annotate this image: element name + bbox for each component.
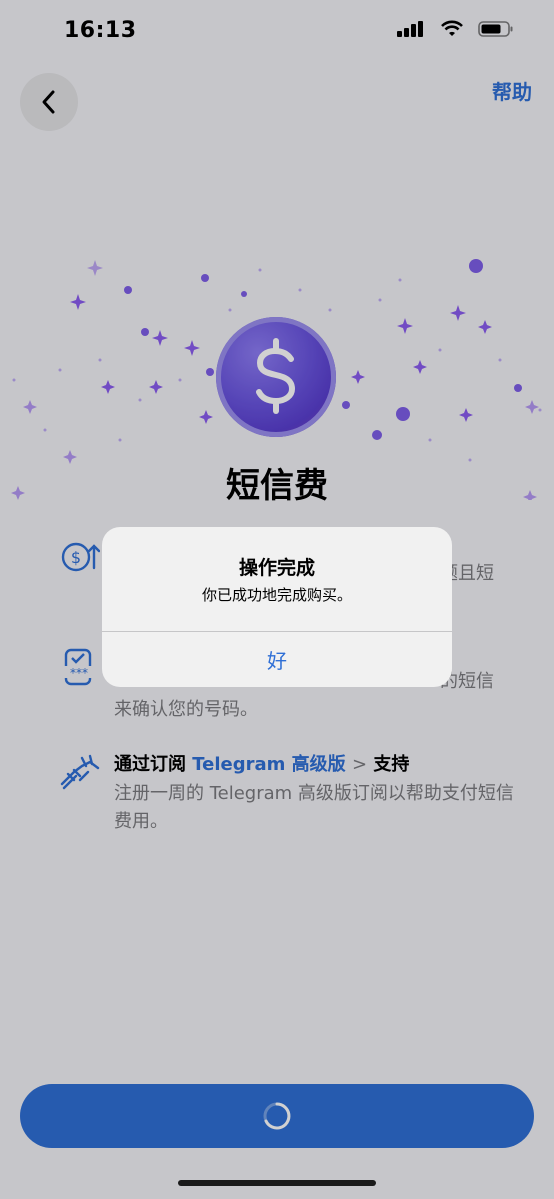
alert-dialog: 操作完成 你已成功地完成购买。 好 <box>102 527 452 687</box>
home-indicator <box>178 1180 376 1186</box>
alert-ok-button[interactable]: 好 <box>102 632 452 687</box>
alert-message: 你已成功地完成购买。 <box>201 586 352 604</box>
alert-title: 操作完成 <box>238 557 315 579</box>
